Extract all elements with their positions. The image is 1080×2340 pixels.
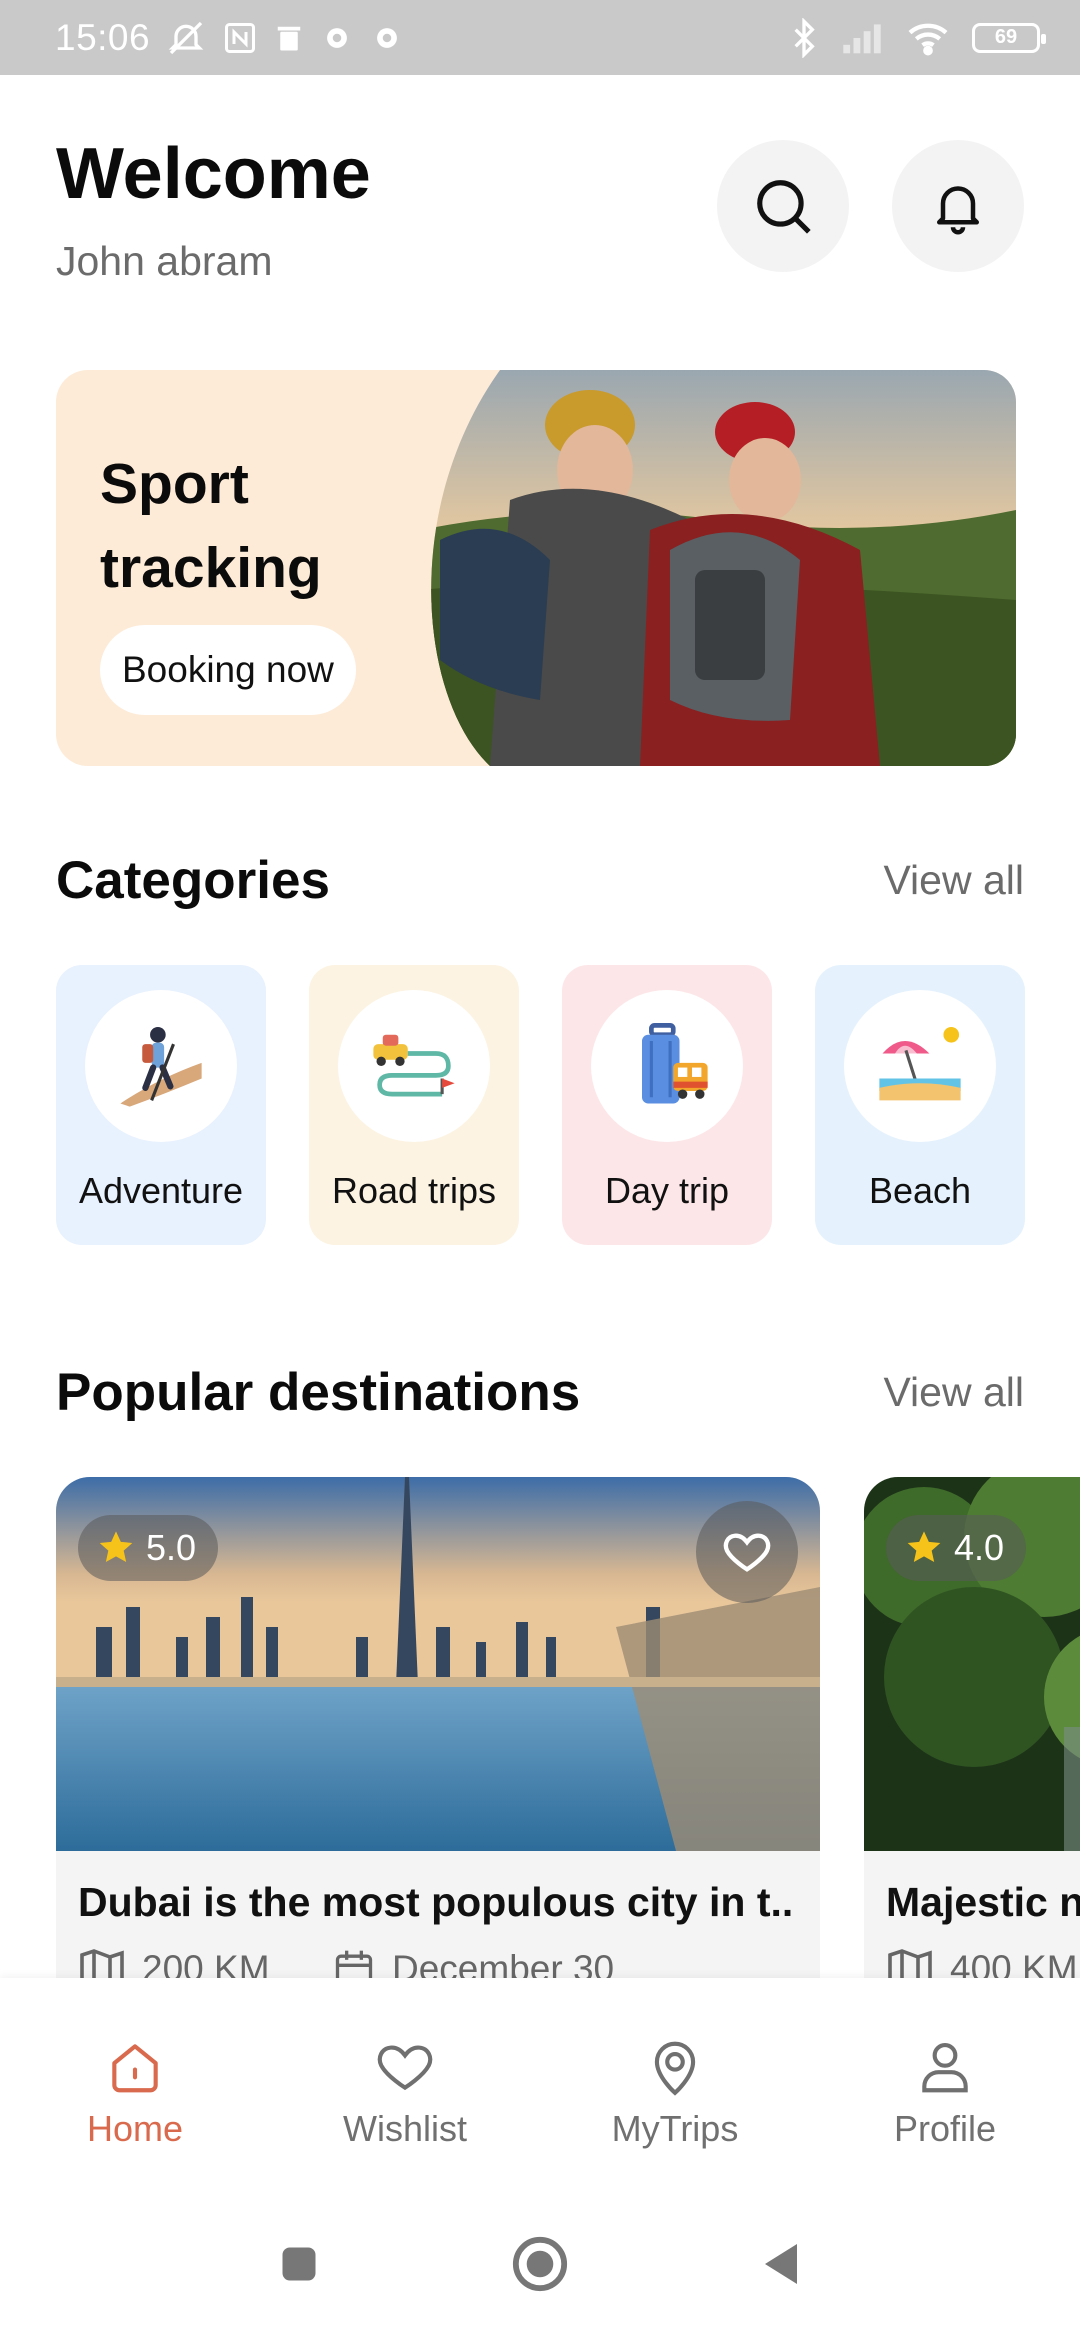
search-icon bbox=[757, 180, 811, 234]
destination-card-majestic[interactable]: 4.0 Majestic n 400 KM bbox=[864, 1477, 1080, 2037]
system-navigation-bar bbox=[0, 2188, 1080, 2340]
wifi-icon bbox=[908, 23, 948, 55]
muted-alarm-icon bbox=[168, 21, 204, 54]
notifications-button[interactable] bbox=[892, 140, 1024, 272]
wishlist-toggle-button[interactable] bbox=[696, 1501, 798, 1603]
search-button[interactable] bbox=[717, 140, 849, 272]
recents-button-icon[interactable] bbox=[277, 2242, 321, 2286]
category-circle bbox=[591, 990, 743, 1142]
heart-icon bbox=[377, 2045, 433, 2091]
nav-icon-wrap bbox=[104, 2034, 166, 2100]
home-button-icon[interactable] bbox=[511, 2235, 569, 2293]
home-icon bbox=[112, 2044, 158, 2093]
bell-icon bbox=[937, 186, 979, 235]
nav-label: Wishlist bbox=[343, 2108, 467, 2149]
category-label: Road trips bbox=[331, 1170, 497, 1211]
category-circle bbox=[85, 990, 237, 1142]
nfc-icon bbox=[225, 22, 256, 53]
battery-level: 69 bbox=[994, 26, 1018, 48]
road-trip-icon bbox=[373, 1034, 455, 1097]
rating-badge: 4.0 bbox=[886, 1515, 1027, 1581]
destination-title: Majestic n bbox=[886, 1879, 1080, 1925]
nav-label: Home bbox=[86, 2108, 184, 2149]
hiker-icon bbox=[120, 1026, 202, 1107]
category-road-trips[interactable]: Road trips bbox=[309, 965, 519, 1245]
settings-icon-2 bbox=[377, 27, 398, 48]
popular-view-all-link[interactable]: View all bbox=[883, 1369, 1024, 1416]
status-time: 15:06 bbox=[55, 16, 151, 58]
rating-value: 4.0 bbox=[954, 1527, 1005, 1568]
nav-mytrips[interactable]: MyTrips bbox=[560, 1978, 790, 2188]
category-circle bbox=[844, 990, 996, 1142]
nav-icon-wrap bbox=[914, 2034, 976, 2100]
star-icon bbox=[99, 1531, 133, 1562]
beach-umbrella-icon bbox=[879, 1026, 961, 1101]
category-label: Adventure bbox=[78, 1170, 244, 1211]
page-title: Welcome bbox=[56, 134, 371, 214]
banner-title-line2: tracking bbox=[100, 536, 322, 600]
category-adventure[interactable]: Adventure bbox=[56, 965, 266, 1245]
category-label: Day trip bbox=[604, 1170, 730, 1211]
nav-label: MyTrips bbox=[611, 2108, 739, 2149]
heart-icon bbox=[723, 1533, 771, 1572]
nav-wishlist[interactable]: Wishlist bbox=[290, 1978, 520, 2188]
banner-title: Sport tracking bbox=[100, 442, 322, 610]
user-name: John abram bbox=[56, 238, 273, 284]
trash-icon bbox=[277, 26, 301, 50]
categories-title: Categories bbox=[56, 851, 330, 910]
booking-now-button[interactable]: Booking now bbox=[100, 625, 356, 715]
nav-icon-wrap bbox=[644, 2034, 706, 2100]
nav-profile[interactable]: Profile bbox=[830, 1978, 1060, 2188]
status-system-icons: 69 bbox=[790, 17, 1046, 58]
settings-icon bbox=[327, 27, 348, 48]
category-label: Beach bbox=[868, 1170, 972, 1211]
category-beach[interactable]: Beach bbox=[815, 965, 1025, 1245]
rating-badge: 5.0 bbox=[78, 1515, 219, 1581]
popular-destinations-title: Popular destinations bbox=[56, 1363, 581, 1422]
nav-label: Profile bbox=[893, 2108, 997, 2149]
luggage-bus-icon bbox=[642, 1023, 708, 1104]
rating-value: 5.0 bbox=[146, 1527, 197, 1568]
user-icon bbox=[922, 2042, 968, 2093]
destination-card-dubai[interactable]: 5.0 Dubai is the most populous city in t… bbox=[56, 1477, 820, 2037]
banner-image bbox=[431, 370, 1016, 766]
battery-icon: 69 bbox=[972, 22, 1046, 53]
location-pin-icon bbox=[654, 2041, 696, 2096]
promo-banner[interactable]: Sport tracking Booking now bbox=[56, 370, 1016, 766]
bottom-navigation: Home Wishlist MyTrips Profile bbox=[0, 1978, 1080, 2188]
category-circle bbox=[338, 990, 490, 1142]
app-screen: 15:06 69 Welcome John abram Sport tracki… bbox=[0, 0, 1080, 2340]
category-day-trip[interactable]: Day trip bbox=[562, 965, 772, 1245]
banner-title-line1: Sport bbox=[100, 452, 249, 516]
signal-icon bbox=[843, 23, 881, 53]
bluetooth-icon bbox=[794, 17, 815, 58]
nav-icon-wrap bbox=[374, 2034, 436, 2100]
status-bar: 15:06 69 bbox=[0, 0, 1080, 75]
nav-home[interactable]: Home bbox=[20, 1978, 250, 2188]
star-icon bbox=[907, 1531, 941, 1562]
destination-title: Dubai is the most populous city in t.. bbox=[78, 1879, 794, 1925]
status-notification-icons bbox=[166, 18, 404, 58]
back-button-icon[interactable] bbox=[759, 2239, 803, 2289]
categories-view-all-link[interactable]: View all bbox=[883, 857, 1024, 904]
